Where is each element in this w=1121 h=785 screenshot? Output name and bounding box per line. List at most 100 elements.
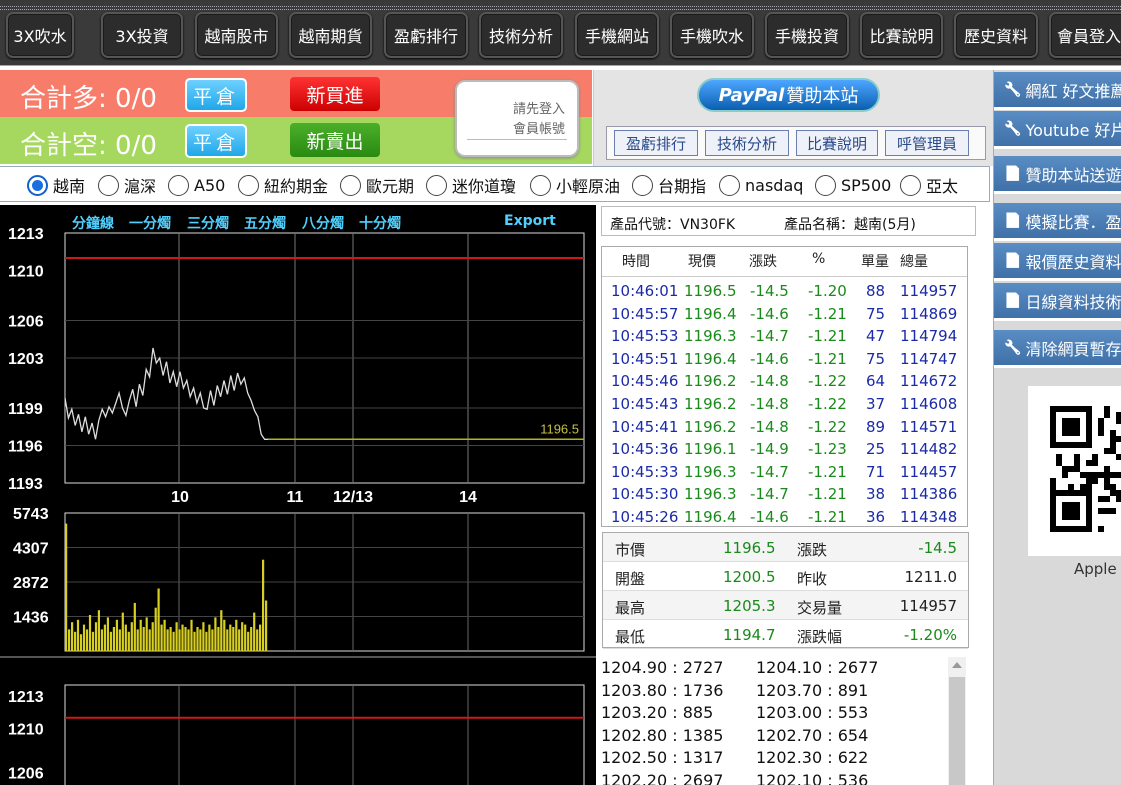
chart-tab-3[interactable]: 五分燭 xyxy=(244,213,286,233)
y-tick-label: 1210 xyxy=(8,722,44,739)
scroll-thumb[interactable] xyxy=(949,677,965,785)
market-radio-3[interactable]: 紐約期金 xyxy=(238,174,328,196)
chart-tab-2[interactable]: 三分燭 xyxy=(187,213,229,233)
tick-table-header: 時間 現價 漲跌% 單量 總量 xyxy=(602,247,967,277)
market-radio-7[interactable]: 台期指 xyxy=(632,174,706,196)
chart-tab-5[interactable]: 十分燭 xyxy=(359,213,401,233)
sidebar-item-2[interactable]: 📄 贊助本站送遊 xyxy=(994,156,1121,194)
export-button[interactable]: Export xyxy=(504,213,556,229)
summary-cell: 1200.5 xyxy=(723,568,776,586)
sidebar-item-5[interactable]: 📄 日線資料技術 xyxy=(994,283,1121,321)
market-label: 小輕原油 xyxy=(556,177,621,196)
tick-cell: 1196.3 xyxy=(684,485,737,504)
volume-bar xyxy=(65,523,68,651)
volume-bar xyxy=(79,634,83,651)
tick-col-header: 時間 xyxy=(622,254,650,270)
nav-4[interactable]: 盈虧排行 xyxy=(384,12,468,58)
market-radio-5[interactable]: 迷你道瓊 xyxy=(426,174,516,196)
y-tick-label: 1436 xyxy=(13,609,49,626)
sidebar-item-3[interactable]: 📄 模擬比賽．盈 xyxy=(994,203,1121,241)
radio-circle-icon xyxy=(340,174,361,196)
order-book-scrollbar[interactable] xyxy=(948,657,966,785)
tick-col-header: 單量 xyxy=(861,254,889,270)
login-prompt[interactable]: 請先登入 會員帳號 xyxy=(455,80,579,157)
radio-circle-icon xyxy=(632,174,653,196)
nav-3[interactable]: 越南期貨 xyxy=(289,12,372,58)
qr-code xyxy=(1028,386,1121,556)
tick-cell: 88 xyxy=(866,282,886,300)
nav-7[interactable]: 手機吹水 xyxy=(670,12,754,58)
summary-cell: 1194.7 xyxy=(723,626,776,644)
market-radio-2[interactable]: A50 xyxy=(168,174,225,196)
summary-cell: -14.5 xyxy=(918,539,957,557)
nav-6[interactable]: 手機網站 xyxy=(575,12,659,58)
tick-cell: -14.9 xyxy=(750,440,789,459)
tick-cell: -1.21 xyxy=(808,462,847,481)
volume-bar xyxy=(82,624,86,651)
sidebar-item-6[interactable]: 🔧 清除網頁暫存 xyxy=(994,330,1121,368)
tick-row: 10:45:57 1196.4 -14.6 -1.21 75 114869 xyxy=(602,301,967,323)
x-tick-label: 14 xyxy=(459,489,477,506)
market-radio-9[interactable]: SP500 xyxy=(815,174,891,196)
wrench-icon: 🔧 xyxy=(1004,81,1022,98)
nav-2[interactable]: 越南股市 xyxy=(195,12,278,58)
sidebar-item-label: Youtube 好片 xyxy=(1025,120,1121,140)
last-price-label: 1196.5 xyxy=(540,421,579,436)
radio-circle-icon xyxy=(238,174,259,196)
tick-cell: -1.20 xyxy=(808,282,847,300)
close-short-button[interactable]: 平倉 xyxy=(185,124,247,158)
volume-bar xyxy=(154,607,157,651)
market-radio-1[interactable]: 滬深 xyxy=(98,174,156,196)
nav-9[interactable]: 比賽說明 xyxy=(860,12,943,58)
sidebar-item-label: 日線資料技術 xyxy=(1025,292,1121,312)
tick-cell: 10:45:33 xyxy=(611,462,679,481)
sidebar-item-label: 模擬比賽．盈 xyxy=(1025,212,1121,232)
close-long-button[interactable]: 平倉 xyxy=(185,78,247,112)
buy-button[interactable]: 新買進 xyxy=(290,77,380,111)
market-label: 亞太 xyxy=(926,177,959,196)
market-radio-0[interactable]: 越南 xyxy=(27,174,85,196)
chart-tab-4[interactable]: 八分燭 xyxy=(302,213,344,233)
subnav-1[interactable]: 技術分析 xyxy=(705,130,789,156)
paypal-button[interactable]: PayPal 贊助本站 xyxy=(697,78,880,112)
tick-cell: -1.21 xyxy=(808,349,847,368)
market-radio-8[interactable]: nasdaq xyxy=(719,174,803,196)
tick-row: 10:46:01 1196.5 -14.5 -1.20 88 114957 xyxy=(602,278,967,300)
short-total: 合計空: 0/0 xyxy=(20,131,157,161)
volume-bar xyxy=(118,629,121,651)
summary-cell: 最低 xyxy=(615,628,646,646)
nav-10[interactable]: 歷史資料 xyxy=(954,12,1038,58)
subnav-2[interactable]: 比賽說明 xyxy=(796,130,878,156)
sidebar-item-4[interactable]: 📄 報價歷史資料 xyxy=(994,243,1121,281)
volume-bar xyxy=(130,622,133,651)
sidebar-item-0[interactable]: 🔧 網紅 好文推薦 xyxy=(994,72,1121,110)
market-radio-10[interactable]: 亞太 xyxy=(900,174,958,196)
tick-cell: 47 xyxy=(866,327,886,346)
subnav-0[interactable]: 盈虧排行 xyxy=(614,130,698,156)
product-name: 產品名稱：越南(5月) xyxy=(784,217,916,233)
subnav-3[interactable]: 呼管理員 xyxy=(885,130,969,156)
tick-cell: -1.22 xyxy=(808,372,847,391)
volume-bar xyxy=(208,624,211,651)
market-label: 歐元期 xyxy=(366,177,415,196)
nav-8[interactable]: 手機投資 xyxy=(765,12,849,58)
sidebar-item-1[interactable]: 🔧 Youtube 好片 xyxy=(994,111,1121,149)
summary-cell: 最高 xyxy=(615,599,646,617)
volume-bar xyxy=(163,619,166,651)
sell-button[interactable]: 新賣出 xyxy=(290,123,380,157)
tick-cell: 1196.3 xyxy=(684,327,737,346)
lower-plot-frame xyxy=(64,684,585,785)
nav-5[interactable]: 技術分析 xyxy=(479,12,563,58)
scroll-up-icon[interactable] xyxy=(952,662,962,668)
chart-tab-1[interactable]: 一分燭 xyxy=(129,213,171,233)
tick-cell: 114386 xyxy=(900,485,958,504)
nav-1[interactable]: 3X投資 xyxy=(101,12,183,58)
radio-circle-icon xyxy=(530,174,551,196)
nav-11[interactable]: 會員登入 xyxy=(1049,12,1121,58)
volume-bar xyxy=(112,627,115,651)
nav-0[interactable]: 3X吹水 xyxy=(6,12,74,58)
market-radio-4[interactable]: 歐元期 xyxy=(340,174,414,196)
chart-tab-0[interactable]: 分鐘線 xyxy=(72,213,114,233)
volume-bar xyxy=(244,624,247,651)
market-radio-6[interactable]: 小輕原油 xyxy=(530,174,620,196)
